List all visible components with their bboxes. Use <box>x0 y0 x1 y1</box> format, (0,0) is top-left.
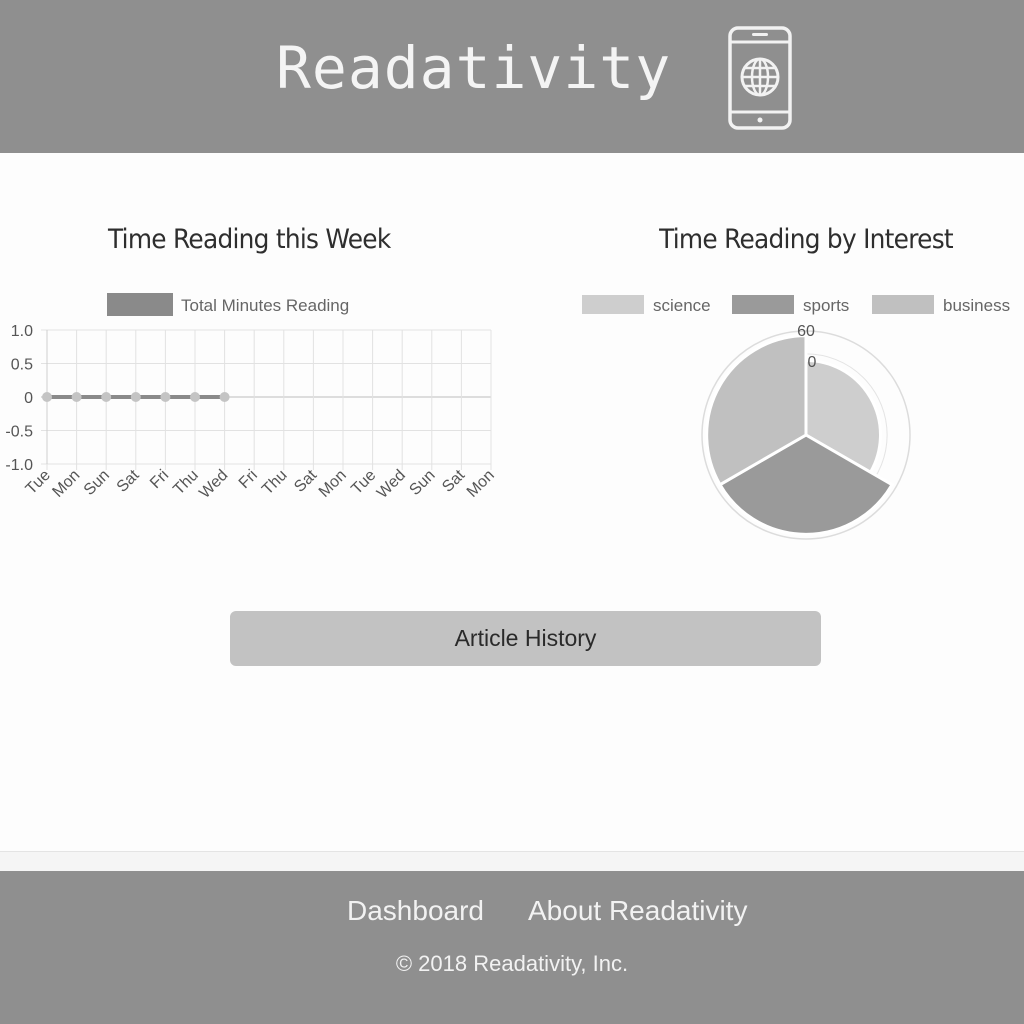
data-point <box>219 392 230 402</box>
data-point <box>190 392 200 402</box>
legend-label: Total Minutes Reading <box>181 296 349 315</box>
data-point <box>101 392 112 402</box>
x-tick-label: Sat <box>439 466 468 495</box>
legend-swatch <box>732 295 794 314</box>
x-tick-label: Wed <box>374 467 409 502</box>
x-tick-label: Sun <box>81 467 113 499</box>
x-tick-label: Sun <box>406 467 438 499</box>
legend-swatch <box>582 295 644 314</box>
x-tick-label: Sat <box>114 466 143 495</box>
x-tick-label: Thu <box>259 467 291 499</box>
week-line-chart: Total Minutes Reading1.00.50-0.5-1.0TueM… <box>5 293 498 502</box>
site-header: Readativity <box>0 0 1024 153</box>
data-point <box>42 392 52 402</box>
mobile-globe-icon <box>728 26 792 130</box>
footer-link-about[interactable]: About Readativity <box>528 895 747 927</box>
legend-swatch <box>107 293 173 316</box>
week-chart-title: Time Reading this Week <box>108 224 391 255</box>
interest-chart-title: Time Reading by Interest <box>659 224 954 255</box>
radial-tick-label: 0 <box>808 354 817 371</box>
radial-tick-label: 60 <box>797 323 815 340</box>
y-tick-label: 0 <box>24 390 33 407</box>
x-tick-label: Fri <box>147 467 172 492</box>
brand-name[interactable]: Readativity <box>276 34 671 102</box>
data-point <box>160 392 171 402</box>
legend-label: science <box>653 296 711 315</box>
x-tick-label: Mon <box>464 467 498 501</box>
footer-link-dashboard[interactable]: Dashboard <box>347 895 484 927</box>
x-tick-label: Thu <box>170 467 202 499</box>
data-point <box>71 392 82 402</box>
x-tick-label: Wed <box>196 467 231 502</box>
legend-label: business <box>943 296 1010 315</box>
y-tick-label: 1.0 <box>11 323 33 340</box>
copyright-text: © 2018 Readativity, Inc. <box>395 951 629 976</box>
x-tick-label: Mon <box>49 467 83 501</box>
x-tick-label: Mon <box>316 467 350 501</box>
data-point <box>130 392 141 402</box>
x-tick-label: Sat <box>291 466 320 495</box>
y-tick-label: 0.5 <box>11 357 33 374</box>
y-tick-label: -1.0 <box>5 457 33 474</box>
x-tick-label: Tue <box>348 467 379 498</box>
legend-label: sports <box>803 296 849 315</box>
legend-swatch <box>872 295 934 314</box>
interest-polar-chart: science sports business 60 0 <box>582 295 1010 540</box>
x-tick-label: Fri <box>236 467 261 492</box>
site-footer: Dashboard About Readativity © 2018 Reada… <box>0 871 1024 1024</box>
article-history-button[interactable]: Article History <box>230 611 821 666</box>
y-tick-label: -0.5 <box>5 424 33 441</box>
footer-divider <box>0 851 1024 872</box>
